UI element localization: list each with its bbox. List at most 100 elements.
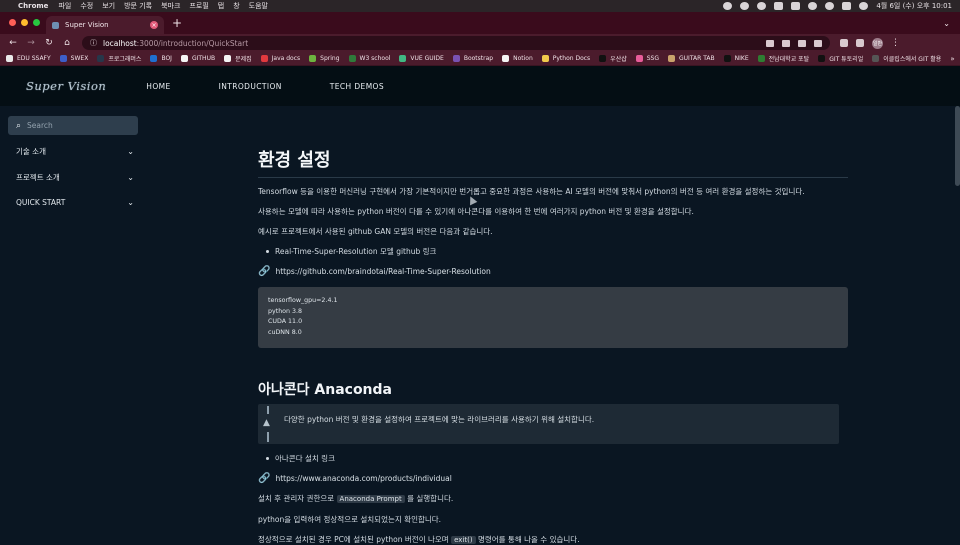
chat-icon[interactable] — [757, 2, 767, 10]
site-info-icon[interactable]: ⓘ — [90, 38, 97, 48]
bookmark-favicon-icon — [97, 55, 105, 62]
site-nav: HOME INTRODUCTION TECH DEMOS — [146, 82, 384, 91]
tab-favicon-icon — [52, 21, 59, 29]
tab-close-icon[interactable]: × — [150, 21, 158, 29]
bookmarks-overflow-icon[interactable]: » — [950, 55, 954, 63]
extensions-icon[interactable] — [840, 39, 848, 47]
bookmark-item[interactable]: SSG — [635, 55, 659, 62]
minimize-window-button[interactable] — [21, 19, 28, 26]
bullet-dot — [266, 457, 269, 460]
chevron-down-icon: ⌄ — [127, 198, 134, 207]
bookmark-item[interactable]: VUE GUIDE — [399, 55, 444, 62]
bookmark-item[interactable]: GIT 튜토리얼 — [818, 54, 863, 63]
bookmark-label: SWEX — [70, 55, 89, 62]
bookmark-item[interactable]: 프로그래머스 — [97, 54, 141, 63]
nav-home[interactable]: HOME — [146, 82, 170, 91]
main-content: 환경 설정 Tensorflow 등을 이용한 머신러닝 구현에서 가장 기본적… — [146, 106, 960, 544]
menubar-app-name[interactable]: Chrome — [18, 2, 48, 10]
sidebar-item-quick-start[interactable]: QUICK START ⌄ — [16, 198, 134, 207]
more-menu-icon[interactable]: ⋮ — [891, 38, 900, 48]
bookmark-item[interactable]: Bootstrap — [452, 55, 493, 62]
bookmark-item[interactable]: GUITAR TAB — [668, 55, 715, 62]
menubar-item-tab[interactable]: 탭 — [218, 1, 224, 11]
callout-text: 다양한 python 버전 및 환경을 설정하여 프로젝트에 맞는 라이브러리를… — [284, 415, 595, 424]
bookmark-item[interactable]: W3 school — [348, 55, 390, 62]
adobe-icon[interactable] — [740, 2, 750, 10]
new-tab-button[interactable]: + — [172, 17, 182, 29]
input-source-icon[interactable] — [774, 2, 784, 10]
nav-tech-demos[interactable]: TECH DEMOS — [330, 82, 384, 91]
bookmark-item[interactable]: 우산샵 — [599, 54, 627, 63]
menubar-item-edit[interactable]: 수정 — [80, 1, 93, 11]
bookmark-favicon-icon — [6, 55, 13, 62]
side-panel-icon[interactable] — [856, 39, 864, 47]
bookmark-item[interactable]: GITHUB — [180, 55, 215, 62]
bookmark-item[interactable]: Java docs — [260, 55, 301, 62]
bookmark-item[interactable]: 문제집 — [224, 54, 252, 63]
address-bar[interactable]: ⓘ localhost :3000/introduction/QuickStar… — [82, 36, 830, 50]
bookmark-favicon-icon — [180, 55, 188, 62]
prompt-text-before: 설치 후 관리자 권한으로 — [258, 494, 335, 503]
bookmark-item[interactable]: Spring — [309, 55, 340, 62]
sidebar-search[interactable]: ⌕ — [8, 116, 138, 135]
siri-icon[interactable] — [859, 2, 869, 10]
share-icon[interactable] — [798, 39, 806, 47]
menubar-clock[interactable]: 4월 6일 (수) 오후 10:01 — [876, 1, 952, 11]
github-link-row[interactable]: 🔗 https://github.com/braindotai/Real-Tim… — [258, 266, 491, 277]
anaconda-link[interactable]: https://www.anaconda.com/products/indivi… — [275, 474, 451, 483]
url-host: localhost — [103, 38, 137, 48]
toolbar-right: 일반 ⋮ — [840, 37, 900, 49]
browser-tab-strip: Super Vision × + ⌄ — [0, 12, 960, 34]
bookmark-item[interactable]: 이클립스에서 GIT 활용 — [872, 54, 941, 63]
sidebar-item-tech-intro[interactable]: 기술 소개 ⌄ — [16, 146, 134, 157]
reload-icon[interactable]: ↻ — [42, 38, 56, 48]
menubar-item-view[interactable]: 보기 — [102, 1, 115, 11]
bookmark-item[interactable]: Notion — [502, 55, 533, 62]
translate-icon[interactable] — [782, 39, 790, 47]
battery-icon[interactable] — [791, 2, 801, 10]
camera-icon[interactable] — [766, 39, 774, 47]
menubar-item-window[interactable]: 창 — [233, 1, 239, 11]
bookmark-item[interactable]: EDU SSAFY — [6, 55, 51, 62]
tab-search-chevron-icon[interactable]: ⌄ — [943, 19, 950, 28]
bookmark-favicon-icon — [599, 55, 607, 62]
bookmark-label: EDU SSAFY — [17, 55, 51, 62]
back-arrow-icon[interactable]: ← — [6, 38, 20, 48]
bullet-dot — [266, 250, 269, 253]
bookmark-label: GIT 튜토리얼 — [829, 56, 864, 63]
forward-arrow-icon[interactable]: → — [24, 38, 38, 48]
menubar-item-history[interactable]: 방문 기록 — [124, 1, 152, 11]
wifi-icon[interactable] — [808, 2, 818, 10]
bookmark-label: Java docs — [271, 55, 301, 62]
anaconda-link-row[interactable]: 🔗 https://www.anaconda.com/products/indi… — [258, 473, 452, 484]
bookmark-item[interactable]: 전남대학교 포탈 — [757, 54, 809, 63]
github-link[interactable]: https://github.com/braindotai/Real-Time-… — [275, 267, 490, 276]
sidebar-item-project-intro[interactable]: 프로젝트 소개 ⌄ — [16, 172, 134, 183]
menubar-item-profiles[interactable]: 프로필 — [189, 1, 208, 11]
menubar-item-help[interactable]: 도움말 — [249, 1, 268, 11]
nav-introduction[interactable]: INTRODUCTION — [219, 82, 282, 91]
close-window-button[interactable] — [9, 19, 16, 26]
bookmark-item[interactable]: SWEX — [59, 55, 89, 62]
zoom-window-button[interactable] — [33, 19, 40, 26]
menubar-item-bookmarks[interactable]: 북마크 — [161, 1, 180, 11]
bookmark-item[interactable]: BOJ — [150, 55, 172, 62]
search-input[interactable] — [27, 121, 123, 130]
search-icon: ⌕ — [16, 120, 22, 131]
site-logo[interactable]: Super Vision — [26, 79, 106, 93]
record-icon[interactable] — [723, 2, 733, 10]
menubar-item-file[interactable]: 파일 — [58, 1, 71, 11]
home-icon[interactable]: ⌂ — [60, 38, 74, 48]
control-center-icon[interactable] — [842, 2, 852, 10]
code-block: tensorflow_gpu=2.4.1 python 3.8 CUDA 11.… — [258, 287, 848, 348]
bookmark-item[interactable]: Python Docs — [541, 55, 590, 62]
active-tab[interactable]: Super Vision × — [46, 16, 164, 34]
bookmark-item[interactable]: NIKE — [723, 55, 749, 62]
profile-avatar[interactable]: 일반 — [872, 37, 883, 49]
spotlight-icon[interactable] — [825, 2, 835, 10]
bookmark-favicon-icon — [541, 55, 549, 62]
code-line: CUDA 11.0 — [268, 318, 303, 325]
page-scrollbar[interactable] — [955, 106, 960, 186]
bookmark-label: VUE GUIDE — [410, 55, 444, 62]
bookmark-star-icon[interactable] — [814, 39, 822, 47]
